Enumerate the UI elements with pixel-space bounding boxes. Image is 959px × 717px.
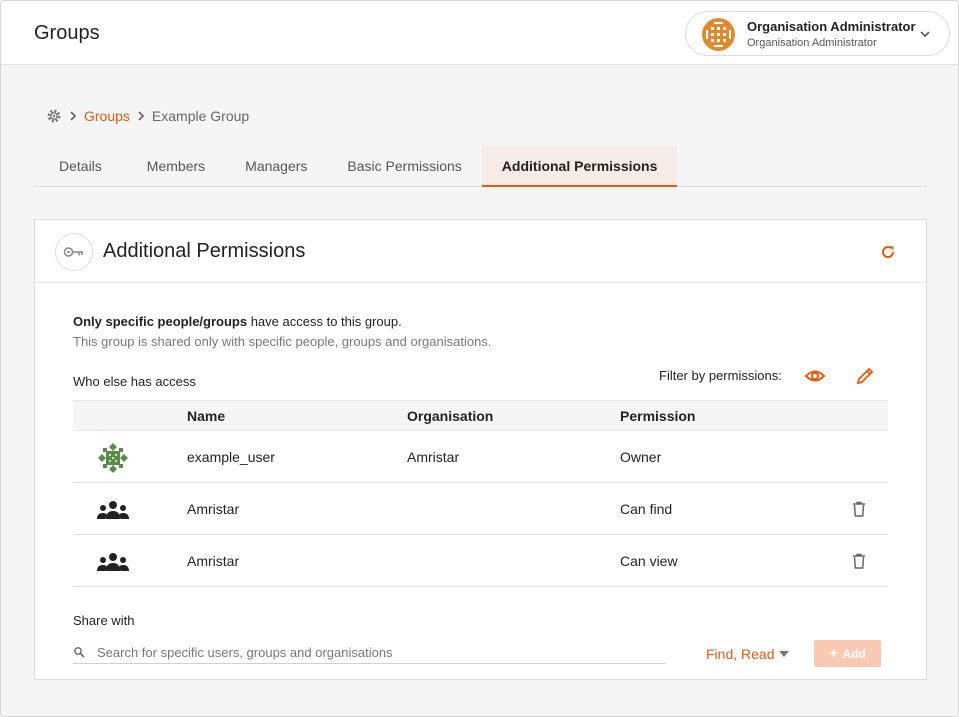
settings-gear-icon[interactable] <box>46 108 62 124</box>
top-bar: Groups Organisation Administrator Organi… <box>1 1 958 65</box>
tab-additional-permissions[interactable]: Additional Permissions <box>481 146 678 187</box>
row-permission: Can view <box>620 553 678 569</box>
row-permission: Owner <box>620 449 662 465</box>
pencil-icon[interactable] <box>854 365 876 387</box>
tab-managers[interactable]: Managers <box>225 146 327 186</box>
access-summary: Only specific people/groups have access … <box>73 314 402 329</box>
access-table: Name Organisation Permission example_use… <box>73 400 888 587</box>
delete-button[interactable] <box>849 551 869 571</box>
permission-dropdown[interactable]: Find, Read <box>706 644 790 664</box>
tab-bar: Details Members Managers Basic Permissio… <box>34 146 927 187</box>
plus-icon: + <box>829 644 839 662</box>
card-header: Additional Permissions <box>35 220 926 283</box>
user-avatar-icon <box>96 441 130 475</box>
table-row: Amristar Can view <box>73 535 888 587</box>
add-button-label: Add <box>842 646 866 661</box>
filter-label: Filter by permissions: <box>659 368 782 383</box>
breadcrumb-separator-icon <box>62 109 84 123</box>
trash-icon <box>853 501 865 517</box>
tab-members[interactable]: Members <box>127 146 225 186</box>
table-row: example_user Amristar Owner <box>73 431 888 483</box>
row-name: Amristar <box>187 501 240 517</box>
header-permission: Permission <box>620 408 696 424</box>
search-icon <box>74 647 85 658</box>
share-search <box>73 640 666 664</box>
breadcrumb-current: Example Group <box>151 108 250 124</box>
chevron-down-icon <box>920 31 930 38</box>
organisation-avatar-icon <box>702 18 735 51</box>
access-summary-bold: Only specific people/groups <box>73 314 248 329</box>
row-name: Amristar <box>187 553 240 569</box>
table-row: Amristar Can find <box>73 483 888 535</box>
eye-icon[interactable] <box>804 365 826 387</box>
group-icon <box>96 545 130 579</box>
page-title: Groups <box>34 22 100 44</box>
account-name: Organisation Administrator <box>747 19 916 34</box>
caret-down-icon <box>779 651 790 657</box>
delete-button[interactable] <box>849 499 869 519</box>
tab-basic-permissions[interactable]: Basic Permissions <box>327 146 481 186</box>
share-with-label: Share with <box>73 613 135 628</box>
refresh-icon <box>882 246 895 258</box>
row-permission: Can find <box>620 501 673 517</box>
key-icon <box>55 233 93 271</box>
access-summary-rest: have access to this group. <box>247 314 402 329</box>
row-organisation: Amristar <box>407 449 460 465</box>
add-button[interactable]: + Add <box>814 640 881 667</box>
header-organisation: Organisation <box>407 408 494 424</box>
row-name: example_user <box>187 449 275 465</box>
breadcrumb-separator-icon <box>130 109 152 123</box>
access-description: This group is shared only with specific … <box>73 334 492 349</box>
table-header: Name Organisation Permission <box>73 400 888 431</box>
trash-icon <box>853 553 865 569</box>
refresh-button[interactable] <box>877 241 899 263</box>
group-icon <box>96 493 130 527</box>
header-name: Name <box>187 408 226 424</box>
card-title: Additional Permissions <box>103 240 306 262</box>
breadcrumb: Groups Example Group <box>46 107 249 125</box>
share-search-input[interactable] <box>97 642 657 662</box>
app-window: Groups Organisation Administrator Organi… <box>0 0 959 717</box>
account-role: Organisation Administrator <box>747 37 877 49</box>
who-has-access-label: Who else has access <box>73 374 196 389</box>
permissions-card: Additional Permissions Only specific peo… <box>34 219 927 680</box>
breadcrumb-groups-link[interactable]: Groups <box>84 108 130 124</box>
tab-details[interactable]: Details <box>34 146 127 186</box>
account-menu[interactable]: Organisation Administrator Organisation … <box>685 11 950 56</box>
permission-dropdown-value: Find, Read <box>706 646 775 662</box>
